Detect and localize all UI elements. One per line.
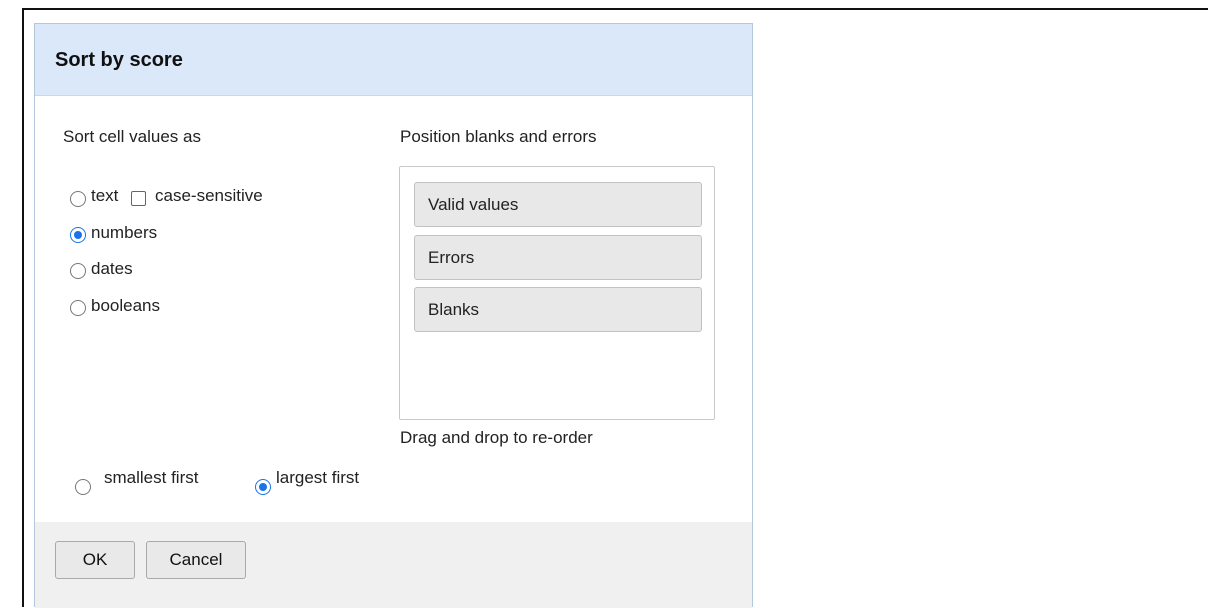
radio-smallest-first[interactable] [75, 479, 91, 495]
order-item-blanks[interactable]: Blanks [414, 287, 702, 332]
radio-numbers-label[interactable]: numbers [91, 223, 157, 243]
sort-dialog: Sort by score Sort cell values as text c… [34, 23, 753, 608]
order-item-valid-values[interactable]: Valid values [414, 182, 702, 227]
radio-dates[interactable] [70, 263, 86, 279]
radio-smallest-first-label[interactable]: smallest first [104, 468, 198, 488]
dialog-header: Sort by score [35, 24, 752, 96]
ok-button[interactable]: OK [55, 541, 135, 579]
radio-booleans-label[interactable]: booleans [91, 296, 160, 316]
drag-hint: Drag and drop to re-order [400, 428, 593, 447]
radio-booleans[interactable] [70, 300, 86, 316]
position-label: Position blanks and errors [400, 127, 597, 146]
radio-numbers[interactable] [70, 227, 86, 243]
radio-largest-first-label[interactable]: largest first [276, 468, 359, 488]
radio-text-label[interactable]: text [91, 186, 118, 206]
radio-text[interactable] [70, 191, 86, 207]
order-item-errors[interactable]: Errors [414, 235, 702, 280]
order-list: Valid values Errors Blanks [399, 166, 715, 420]
radio-dates-label[interactable]: dates [91, 259, 133, 279]
sort-as-label: Sort cell values as [63, 127, 201, 146]
dialog-footer: OK Cancel [35, 522, 752, 608]
case-sensitive-checkbox[interactable] [131, 191, 146, 206]
cancel-button[interactable]: Cancel [146, 541, 246, 579]
case-sensitive-label[interactable]: case-sensitive [155, 186, 263, 206]
radio-largest-first[interactable] [255, 479, 271, 495]
dialog-title: Sort by score [55, 49, 183, 71]
